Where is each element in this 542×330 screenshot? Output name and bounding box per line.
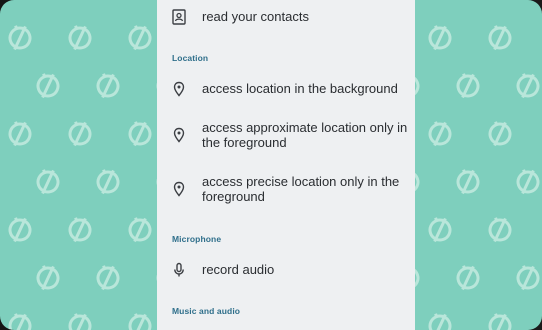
location-pin-icon	[173, 81, 185, 97]
no-speed-gauge-icon	[484, 116, 515, 149]
location-pin-icon	[173, 181, 185, 197]
no-speed-gauge-icon	[124, 212, 155, 245]
no-speed-gauge-icon	[124, 20, 155, 53]
no-speed-gauge-icon	[452, 164, 483, 197]
no-speed-gauge-icon	[424, 308, 455, 330]
no-speed-gauge-icon	[124, 308, 155, 330]
no-speed-gauge-icon	[32, 164, 63, 197]
microphone-icon	[174, 262, 184, 277]
no-speed-gauge-icon	[32, 68, 63, 101]
no-speed-gauge-icon	[452, 260, 483, 293]
no-speed-gauge-icon	[4, 212, 35, 245]
no-speed-gauge-icon	[64, 308, 95, 330]
no-speed-gauge-icon	[484, 20, 515, 53]
no-speed-gauge-icon	[92, 68, 123, 101]
no-speed-gauge-icon	[92, 260, 123, 293]
no-speed-gauge-icon	[64, 212, 95, 245]
no-speed-gauge-icon	[64, 20, 95, 53]
permission-label: access precise location only in the fore…	[202, 174, 400, 204]
app-permissions-panel[interactable]: read your contacts Location access locat…	[157, 0, 415, 330]
no-speed-gauge-icon	[424, 116, 455, 149]
no-speed-gauge-icon	[512, 164, 542, 197]
permission-label: access approximate location only in the …	[202, 120, 408, 150]
no-speed-gauge-icon	[512, 260, 542, 293]
no-speed-gauge-icon	[424, 20, 455, 53]
no-speed-gauge-icon	[92, 164, 123, 197]
no-speed-gauge-icon	[32, 260, 63, 293]
location-pin-icon	[173, 127, 185, 143]
section-header-music-audio: Music and audio	[172, 306, 241, 316]
no-speed-gauge-icon	[4, 116, 35, 149]
no-speed-gauge-icon	[124, 116, 155, 149]
no-speed-gauge-icon	[484, 212, 515, 245]
section-header-microphone: Microphone	[172, 234, 222, 244]
permission-label: access location in the background	[202, 81, 398, 96]
no-speed-gauge-icon	[4, 20, 35, 53]
no-speed-gauge-icon	[512, 68, 542, 101]
no-speed-gauge-icon	[484, 308, 515, 330]
permission-label: read your contacts	[202, 9, 309, 24]
permission-label: record audio	[202, 262, 275, 277]
no-speed-gauge-icon	[452, 68, 483, 101]
no-speed-gauge-icon	[64, 116, 95, 149]
no-speed-gauge-icon	[4, 308, 35, 330]
contact-card-icon	[172, 9, 186, 25]
section-header-location: Location	[172, 53, 209, 63]
no-speed-gauge-icon	[424, 212, 455, 245]
